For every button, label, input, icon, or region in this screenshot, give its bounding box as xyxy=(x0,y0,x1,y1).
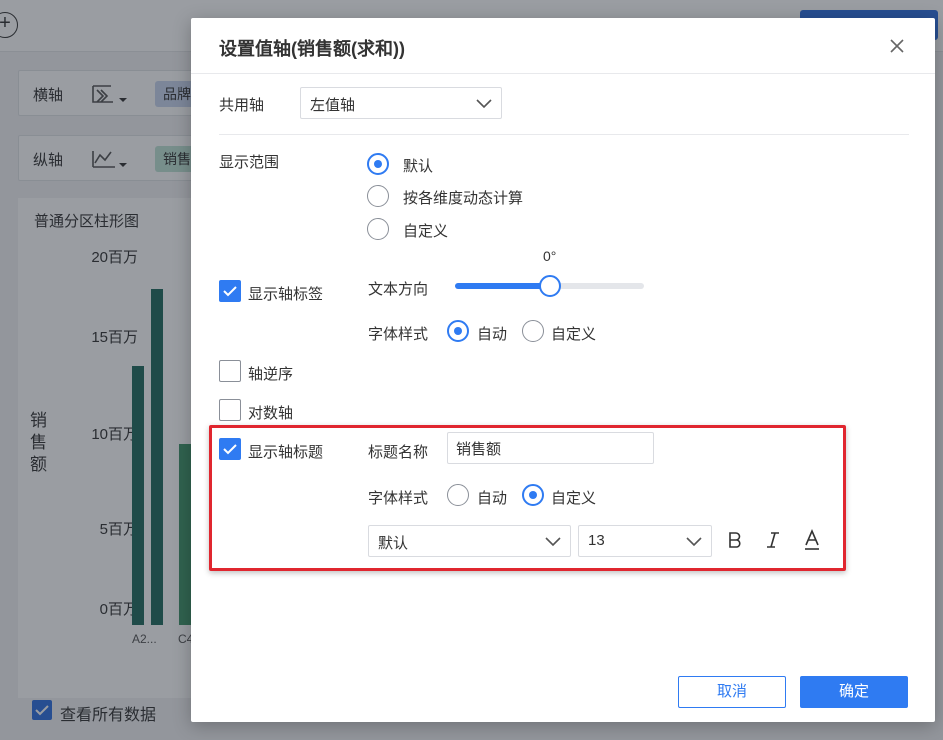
axis-label-font-style-label: 字体样式 xyxy=(368,326,429,343)
axis-title-font-auto-radio[interactable] xyxy=(447,484,469,506)
italic-icon[interactable] xyxy=(762,527,784,553)
section-divider xyxy=(219,134,909,135)
reverse-axis-label[interactable]: 轴逆序 xyxy=(248,363,293,384)
font-size-value: 13 xyxy=(588,532,605,549)
display-range-option[interactable]: 自定义 xyxy=(403,220,448,241)
display-range-dynamic-radio[interactable] xyxy=(367,185,389,207)
chevron-down-icon xyxy=(545,537,561,547)
display-range-option[interactable]: 默认 xyxy=(403,155,433,176)
axis-label-font-option[interactable]: 自动 xyxy=(477,323,507,344)
log-axis-checkbox[interactable] xyxy=(219,399,241,421)
axis-label-font-auto-radio[interactable] xyxy=(447,320,469,342)
slider-fill xyxy=(455,283,550,289)
display-range-option[interactable]: 按各维度动态计算 xyxy=(403,187,523,208)
cancel-button[interactable]: 取消 xyxy=(678,676,786,708)
display-range-custom-radio[interactable] xyxy=(367,218,389,240)
axis-settings-dialog: 设置值轴(销售额(求和)) 共用轴 左值轴 显示范围 默认 按各维度动态计算 自… xyxy=(191,18,935,722)
shared-axis-value: 左值轴 xyxy=(310,97,356,114)
dialog-title: 设置值轴(销售额(求和)) xyxy=(219,39,405,59)
display-range-label: 显示范围 xyxy=(219,154,280,171)
bold-icon[interactable] xyxy=(724,527,746,553)
font-color-icon[interactable] xyxy=(801,527,823,553)
show-axis-title-label[interactable]: 显示轴标题 xyxy=(248,441,323,462)
reverse-axis-checkbox[interactable] xyxy=(219,360,241,382)
title-name-label: 标题名称 xyxy=(368,444,429,461)
close-icon[interactable] xyxy=(885,34,909,58)
show-axis-title-checkbox[interactable] xyxy=(219,438,241,460)
axis-title-font-option[interactable]: 自定义 xyxy=(551,487,596,508)
display-range-default-radio[interactable] xyxy=(367,153,389,175)
axis-label-font-option[interactable]: 自定义 xyxy=(551,323,596,344)
font-family-value: 默认 xyxy=(378,535,409,552)
shared-axis-label: 共用轴 xyxy=(219,97,265,114)
log-axis-label[interactable]: 对数轴 xyxy=(248,402,293,423)
show-axis-labels-label[interactable]: 显示轴标签 xyxy=(248,283,323,304)
show-axis-labels-checkbox[interactable] xyxy=(219,280,241,302)
axis-title-font-option[interactable]: 自动 xyxy=(477,487,507,508)
axis-label-font-custom-radio[interactable] xyxy=(522,320,544,342)
chevron-down-icon xyxy=(476,99,492,109)
text-direction-label: 文本方向 xyxy=(368,281,429,298)
dialog-header: 设置值轴(销售额(求和)) xyxy=(191,18,935,74)
ok-button[interactable]: 确定 xyxy=(800,676,908,708)
chevron-down-icon xyxy=(686,537,702,547)
font-size-select[interactable]: 13 xyxy=(578,525,712,557)
axis-title-font-custom-radio[interactable] xyxy=(522,484,544,506)
title-name-input[interactable] xyxy=(447,432,654,464)
text-direction-value: 0° xyxy=(543,248,557,264)
shared-axis-select[interactable]: 左值轴 xyxy=(300,87,502,119)
font-family-select[interactable]: 默认 xyxy=(368,525,571,557)
axis-title-font-style-label: 字体样式 xyxy=(368,490,429,507)
slider-handle[interactable] xyxy=(539,275,561,297)
